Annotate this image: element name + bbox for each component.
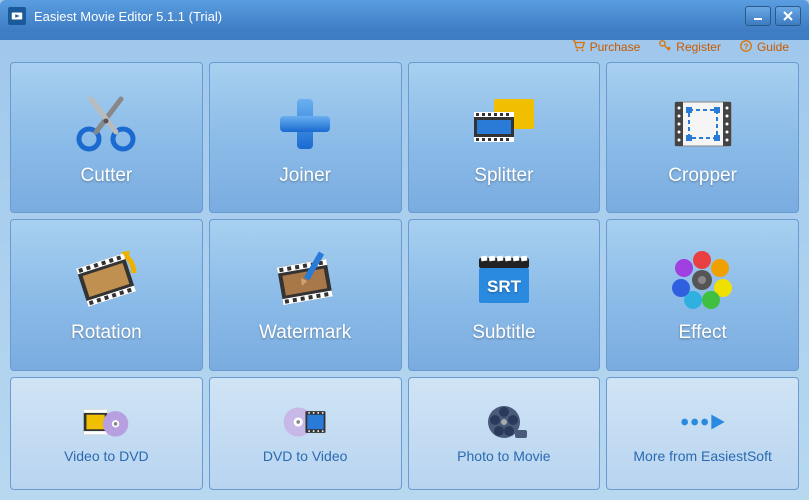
effect-tile[interactable]: Effect <box>606 219 799 370</box>
rotation-icon <box>66 246 146 316</box>
window-title: Easiest Movie Editor 5.1.1 (Trial) <box>34 9 745 24</box>
cropper-tile[interactable]: Cropper <box>606 62 799 213</box>
cart-icon <box>572 39 586 56</box>
more-tile[interactable]: More from EasiestSoft <box>606 377 799 490</box>
joiner-tile[interactable]: Joiner <box>209 62 402 213</box>
svg-text:?: ? <box>744 42 749 51</box>
help-icon: ? <box>739 39 753 56</box>
minimize-button[interactable] <box>745 6 771 26</box>
topbar: Purchase Register ? Guide <box>0 32 809 62</box>
app-window: Easiest Movie Editor 5.1.1 (Trial) Purch… <box>0 0 809 500</box>
dvd-to-video-tile[interactable]: DVD to Video <box>209 377 402 490</box>
video-to-dvd-tile[interactable]: Video to DVD <box>10 377 203 490</box>
app-icon <box>8 7 26 25</box>
guide-label: Guide <box>757 40 789 54</box>
subtitle-icon: SRT <box>464 246 544 316</box>
cutter-tile[interactable]: Cutter <box>10 62 203 213</box>
more-label: More from EasiestSoft <box>633 448 772 464</box>
cropper-icon <box>663 89 743 159</box>
photo-to-movie-tile[interactable]: Photo to Movie <box>408 377 601 490</box>
subtitle-tile[interactable]: SRT Subtitle <box>408 219 601 370</box>
photo-to-movie-icon <box>479 402 529 442</box>
cutter-label: Cutter <box>81 165 133 187</box>
watermark-icon <box>265 246 345 316</box>
splitter-tile[interactable]: Splitter <box>408 62 601 213</box>
splitter-icon <box>464 89 544 159</box>
subtitle-label: Subtitle <box>472 322 535 344</box>
tile-grid: Cutter Joiner <box>0 62 809 500</box>
video-to-dvd-icon <box>81 402 131 442</box>
effect-icon <box>663 246 743 316</box>
watermark-tile[interactable]: Watermark <box>209 219 402 370</box>
key-icon <box>658 39 672 56</box>
watermark-label: Watermark <box>259 322 351 344</box>
purchase-link[interactable]: Purchase <box>572 39 641 56</box>
photo-to-movie-label: Photo to Movie <box>457 448 550 464</box>
register-label: Register <box>676 40 721 54</box>
scissors-icon <box>66 89 146 159</box>
joiner-label: Joiner <box>279 165 331 187</box>
dvd-to-video-label: DVD to Video <box>263 448 348 464</box>
purchase-label: Purchase <box>590 40 641 54</box>
splitter-label: Splitter <box>474 165 533 187</box>
svg-text:SRT: SRT <box>487 277 522 296</box>
cropper-label: Cropper <box>668 165 737 187</box>
more-arrow-icon <box>678 402 728 442</box>
rotation-label: Rotation <box>71 322 142 344</box>
register-link[interactable]: Register <box>658 39 721 56</box>
guide-link[interactable]: ? Guide <box>739 39 789 56</box>
close-button[interactable] <box>775 6 801 26</box>
plus-icon <box>265 89 345 159</box>
effect-label: Effect <box>679 322 727 344</box>
dvd-to-video-icon <box>280 402 330 442</box>
video-to-dvd-label: Video to DVD <box>64 448 149 464</box>
titlebar: Easiest Movie Editor 5.1.1 (Trial) <box>0 0 809 32</box>
rotation-tile[interactable]: Rotation <box>10 219 203 370</box>
